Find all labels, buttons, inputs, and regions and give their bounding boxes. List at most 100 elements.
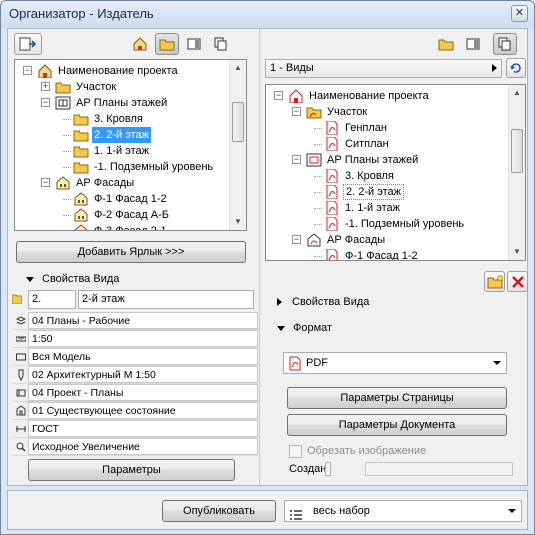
property-value: Вся Модель — [28, 348, 258, 365]
created-progress — [365, 462, 513, 476]
document-parameters-button[interactable]: Параметры Документа — [287, 414, 507, 436]
property-value: 04 Планы - Рабочие — [28, 312, 258, 329]
format-label: Формат — [293, 322, 333, 334]
folder-icon — [73, 160, 89, 174]
crop-image-label: Обрезать изображение — [307, 445, 427, 457]
tree-connector — [63, 215, 71, 216]
plan-icon — [55, 96, 71, 110]
view-map-icon[interactable] — [155, 33, 179, 55]
folder-pdf-icon — [306, 105, 322, 119]
format-header[interactable]: Формат — [277, 318, 517, 338]
scroll-thumb[interactable] — [232, 102, 244, 142]
view-id-field[interactable]: 2. — [28, 290, 76, 309]
refresh-icon[interactable] — [506, 58, 526, 78]
scroll-thumb[interactable] — [511, 129, 523, 173]
title-bar[interactable]: Организатор - Издатель ✕ — [1, 1, 534, 27]
publisher-set-combo[interactable]: 1 - Виды — [265, 59, 502, 78]
publish-set-value: весь набор — [313, 505, 370, 517]
tree-node-label: Наименование проекта — [309, 90, 429, 102]
tree-node-label: Генплан — [345, 122, 387, 134]
tree-node-label: АР Фасады — [76, 177, 135, 189]
collapse-icon[interactable]: − — [292, 235, 301, 244]
property-row[interactable]: 01 Существующее состояние — [12, 402, 258, 420]
zoom-icon — [16, 441, 26, 453]
tree-vertical-scrollbar[interactable]: ▲ ▼ — [229, 60, 246, 230]
tree-connector — [63, 135, 71, 136]
scroll-up-icon[interactable]: ▲ — [230, 60, 246, 76]
tree-vertical-scrollbar[interactable]: ▲ ▼ — [508, 85, 525, 260]
tree-connector — [314, 224, 322, 225]
property-value: 1:50 — [28, 330, 258, 347]
crop-image-checkbox[interactable] — [289, 445, 302, 458]
layout-book-icon[interactable] — [182, 33, 206, 55]
property-row[interactable]: Исходное Увеличение — [12, 438, 258, 456]
property-row[interactable]: 04 Планы - Рабочие — [12, 312, 258, 330]
layer-icon — [15, 315, 27, 327]
add-shortcut-button[interactable]: Добавить Ярлык >>> — [16, 241, 246, 263]
dimension-icon — [16, 423, 26, 435]
pdf-icon — [324, 184, 340, 200]
parameters-button[interactable]: Параметры — [28, 459, 235, 481]
elevation-icon — [73, 208, 89, 222]
view-map-tree[interactable]: − + − − Наименование проекта Участок АР Планы… — [14, 59, 247, 231]
tree-node-label: 1. 1-й этаж — [94, 145, 149, 157]
tree-connector — [63, 167, 71, 168]
project-map-icon[interactable] — [128, 33, 152, 55]
format-combo[interactable]: PDF — [283, 352, 507, 374]
property-value: 01 Существующее состояние — [28, 402, 258, 419]
scroll-down-icon[interactable]: ▼ — [509, 244, 525, 260]
list-icon — [290, 507, 302, 520]
collapse-icon[interactable]: − — [41, 98, 50, 107]
tree-node-label: 2. 2-й этаж — [343, 184, 404, 200]
page-parameters-button[interactable]: Параметры Страницы — [287, 387, 507, 409]
expand-icon[interactable]: + — [41, 82, 50, 91]
project-icon — [37, 64, 53, 79]
property-row[interactable]: 1:50 — [12, 330, 258, 348]
tree-node-label: Ф-2 Фасад А-Б — [94, 209, 169, 221]
model-view-icon — [16, 387, 26, 399]
tree-connector — [314, 208, 322, 209]
elevation-icon — [55, 176, 71, 190]
view-map-icon[interactable] — [434, 33, 458, 55]
property-value: 02 Архитектурный М 1:50 — [28, 366, 258, 383]
publisher-sets-icon[interactable] — [493, 33, 517, 55]
folder-icon — [11, 292, 23, 305]
collapse-icon[interactable]: − — [292, 155, 301, 164]
view-name-field[interactable]: 2-й этаж — [78, 290, 254, 309]
publisher-tree[interactable]: − − − − Наименование проекта Участок Генплан С… — [265, 84, 526, 261]
publish-set-combo[interactable]: весь набор — [284, 500, 522, 522]
property-row[interactable]: ГОСТ — [12, 420, 258, 438]
publisher-sets-icon[interactable] — [209, 33, 233, 55]
renovation-icon — [16, 405, 26, 417]
collapse-arrow-icon — [277, 325, 285, 331]
tree-connector — [314, 256, 322, 257]
tree-node-label: АР Планы этажей — [76, 97, 168, 109]
collapse-icon[interactable]: − — [274, 91, 283, 100]
collapse-icon[interactable]: − — [23, 66, 32, 75]
tree-node-label: -1. Подземный уровень — [94, 161, 214, 173]
tree-connector — [314, 144, 322, 145]
property-row[interactable]: 04 Проект - Планы — [12, 384, 258, 402]
expand-arrow-icon — [277, 298, 282, 307]
collapse-icon[interactable]: − — [292, 107, 301, 116]
close-button[interactable]: ✕ — [511, 5, 528, 22]
publisher-set-value: 1 - Виды — [270, 62, 314, 74]
tree-node-label: АР Фасады — [327, 234, 386, 246]
property-row[interactable]: Вся Модель — [12, 348, 258, 366]
collapse-arrow-icon — [26, 276, 34, 282]
view-properties-header[interactable]: Свойства Вида — [26, 269, 256, 289]
view-properties-header[interactable]: Свойства Вида — [277, 292, 517, 312]
send-to-publisher-icon[interactable] — [14, 33, 42, 55]
publish-button[interactable]: Опубликовать — [162, 500, 276, 522]
scroll-up-icon[interactable]: ▲ — [509, 85, 525, 101]
layout-book-icon[interactable] — [461, 33, 485, 55]
created-indicator — [325, 462, 331, 476]
elevation-icon — [73, 224, 89, 230]
pdf-icon — [324, 120, 340, 136]
scroll-down-icon[interactable]: ▼ — [230, 214, 246, 230]
new-folder-icon[interactable] — [484, 271, 505, 292]
collapse-icon[interactable]: − — [41, 178, 50, 187]
elevation-pdf-icon — [306, 233, 322, 247]
property-row[interactable]: 02 Архитектурный М 1:50 — [12, 366, 258, 384]
delete-icon[interactable] — [507, 271, 528, 292]
